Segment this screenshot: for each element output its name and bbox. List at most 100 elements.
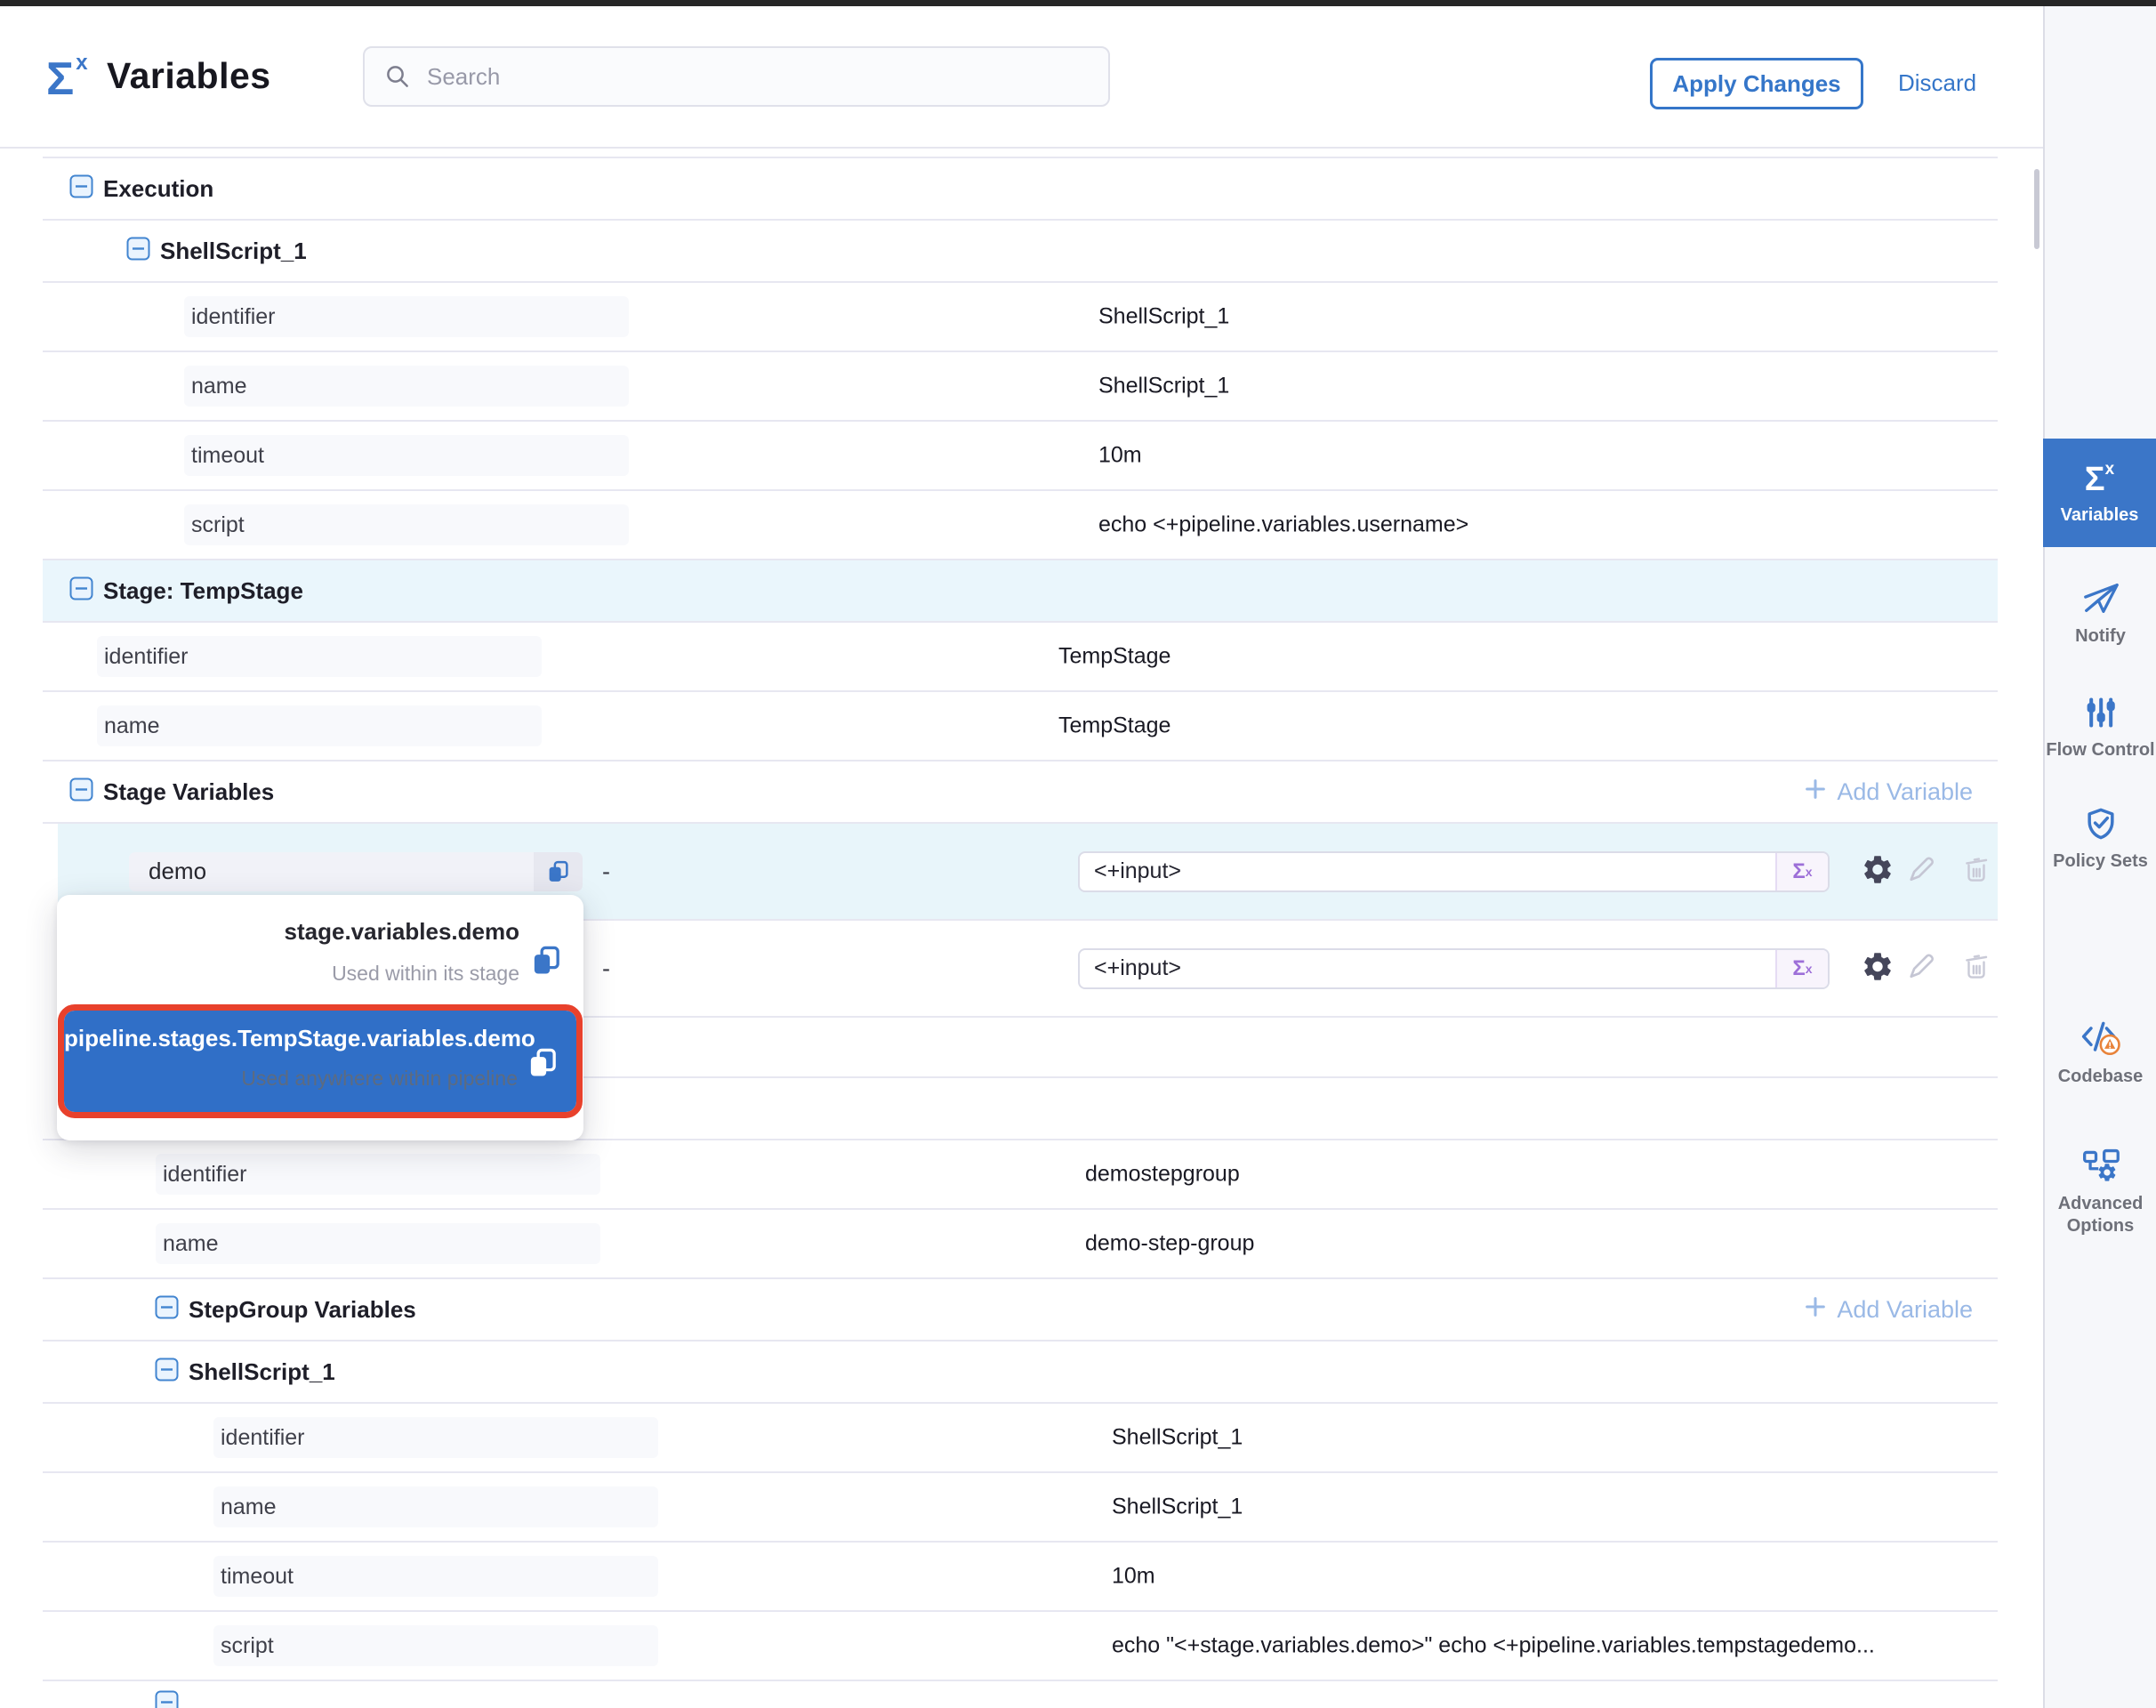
variable-value-input[interactable]: <+input>Σx [1078, 948, 1830, 989]
section-label: ShellScript_1 [189, 1358, 335, 1386]
sidebar-item-flow-control[interactable]: Flow Control [2045, 693, 2156, 761]
sidebar-item-codebase[interactable]: Codebase [2045, 1018, 2156, 1088]
right-sidebar: Σx Variables Notify Flow Control Policy … [2043, 6, 2156, 1708]
variable-required-dash: - [602, 858, 610, 885]
variable-name-pill[interactable]: demo [129, 852, 583, 891]
field-row-timeout: timeout10m [43, 422, 1998, 491]
field-row-script: script echo "<+stage.variables.demo>" ech… [43, 1612, 1998, 1681]
field-row-timeout: timeout10m [43, 1543, 1998, 1612]
plus-icon [1803, 777, 1828, 808]
section-row-stage-variables: Stage Variables Add Variable [43, 761, 1998, 824]
expression-sigma-badge[interactable]: Σx [1775, 950, 1828, 987]
copy-icon[interactable] [530, 944, 562, 982]
section-label: Stage Variables [103, 778, 274, 806]
variable-value-input[interactable]: <+input>Σx [1078, 851, 1830, 892]
sidebar-item-notify[interactable]: Notify [2045, 577, 2156, 648]
section-label: ShellScript_1 [160, 238, 307, 265]
field-row-name: name ShellScript_1 [43, 1473, 1998, 1543]
paper-plane-icon [2080, 577, 2121, 618]
field-label-pill: script [213, 1625, 658, 1666]
add-variable-button[interactable]: Add Variable [1803, 777, 1973, 808]
sidebar-item-policy-sets[interactable]: Policy Sets [2045, 804, 2156, 873]
code-warning-icon [2080, 1018, 2122, 1059]
field-value: ShellScript_1 [1112, 1425, 1243, 1451]
plus-icon [1803, 1294, 1828, 1325]
discard-button[interactable]: Discard [1898, 69, 1976, 97]
section-label: Execution [103, 175, 213, 203]
settings-gear-icon[interactable] [1861, 852, 1895, 890]
collapse-minus-icon[interactable] [69, 576, 93, 605]
field-label-pill: name [97, 705, 542, 746]
edit-pencil-icon[interactable] [1905, 950, 1937, 987]
collapse-minus-icon[interactable] [69, 777, 93, 806]
field-row-name: name TempStage [43, 692, 1998, 761]
header: Σx Variables Apply Changes Discard [0, 6, 2043, 149]
search-box[interactable] [363, 46, 1110, 107]
field-label-pill: script [184, 504, 629, 545]
sidebar-item-label: Notify [2075, 625, 2126, 648]
field-label-pill: identifier [213, 1417, 658, 1458]
field-value: TempStage [1058, 644, 1171, 670]
field-label-pill: name [213, 1486, 658, 1527]
collapse-minus-icon[interactable] [155, 1295, 179, 1324]
field-row-name: namedemo-step-group [43, 1210, 1998, 1279]
search-input[interactable] [425, 62, 1051, 92]
sidebar-item-label: Flow Control [2046, 739, 2154, 761]
apply-changes-button[interactable]: Apply Changes [1650, 58, 1863, 109]
collapse-minus-icon[interactable] [69, 174, 93, 203]
settings-gear-icon[interactable] [1861, 949, 1895, 987]
collapse-minus-icon[interactable] [155, 1690, 179, 1708]
section-row-shellscript-1: ShellScript_1 [43, 221, 1998, 283]
sidebar-item-label: Variables [2061, 504, 2139, 527]
field-row-name: name ShellScript_1 [43, 352, 1998, 422]
section-row-stage-tempstage: Stage: TempStage [43, 560, 1998, 623]
expression-text: pipeline.stages.TempStage.variables.demo [64, 1025, 576, 1052]
variable-required-dash: - [602, 955, 610, 982]
collapse-minus-icon[interactable] [155, 1358, 179, 1386]
expression-copy-popover: stage.variables.demo Used within its sta… [57, 895, 583, 1140]
add-variable-button[interactable]: Add Variable [1803, 1294, 1973, 1325]
field-value: ShellScript_1 [1112, 1494, 1243, 1520]
delete-trash-icon[interactable] [1961, 854, 1991, 889]
sidebar-item-variables[interactable]: Σx Variables [2043, 439, 2156, 547]
expression-scope-text: Used anywhere within pipeline [64, 1067, 576, 1091]
section-row-stepgroup-variables: StepGroup Variables Add Variable [43, 1279, 1998, 1341]
partial-section-row [43, 1681, 1998, 1708]
section-label: Stage: TempStage [103, 577, 303, 605]
top-dark-strip [0, 0, 2156, 6]
field-row-identifier: identifier ShellScript_1 [43, 1404, 1998, 1473]
field-label-pill: identifier [97, 636, 542, 677]
field-value: 10m [1098, 443, 1142, 469]
delete-trash-icon[interactable] [1961, 951, 1991, 986]
field-value: echo "<+stage.variables.demo>" echo <+pi… [1112, 1633, 1875, 1659]
field-label-pill: identifier [156, 1154, 600, 1195]
copy-icon[interactable] [534, 852, 583, 891]
field-value: ShellScript_1 [1098, 374, 1229, 399]
field-value: 10m [1112, 1564, 1155, 1590]
field-value: TempStage [1058, 713, 1171, 739]
sidebar-item-label: Advanced Options [2045, 1193, 2156, 1237]
field-label-pill: identifier [184, 296, 629, 337]
field-value: ShellScript_1 [1098, 304, 1229, 330]
field-label-pill: name [156, 1223, 600, 1264]
page-title: Variables [107, 55, 271, 97]
sidebar-item-label: Policy Sets [2053, 850, 2148, 873]
variables-panel: Σx Variables Apply Changes Discard Σx Va… [0, 0, 2156, 1708]
field-label-pill: name [184, 366, 629, 407]
copy-icon[interactable] [527, 1046, 559, 1084]
expression-text: stage.variables.demo [57, 918, 583, 946]
expression-option-stage-scope[interactable]: stage.variables.demo Used within its sta… [57, 918, 583, 986]
section-label: StepGroup Variables [189, 1296, 416, 1324]
scrollbar-thumb[interactable] [2034, 169, 2039, 249]
shield-check-icon [2081, 804, 2120, 843]
expression-option-pipeline-scope-highlighted[interactable]: pipeline.stages.TempStage.variables.demo… [64, 1011, 576, 1112]
field-row-identifier: identifier TempStage [43, 623, 1998, 692]
collapse-minus-icon[interactable] [126, 237, 150, 265]
sigma-icon: Σx [2085, 460, 2114, 497]
expression-sigma-badge[interactable]: Σx [1775, 853, 1828, 890]
section-row-shellscript-1: ShellScript_1 [43, 1341, 1998, 1404]
section-row-execution: Execution [43, 158, 1998, 221]
edit-pencil-icon[interactable] [1905, 853, 1937, 890]
sigma-icon: Σx [46, 51, 88, 102]
sidebar-item-advanced-options[interactable]: Advanced Options [2045, 1147, 2156, 1237]
